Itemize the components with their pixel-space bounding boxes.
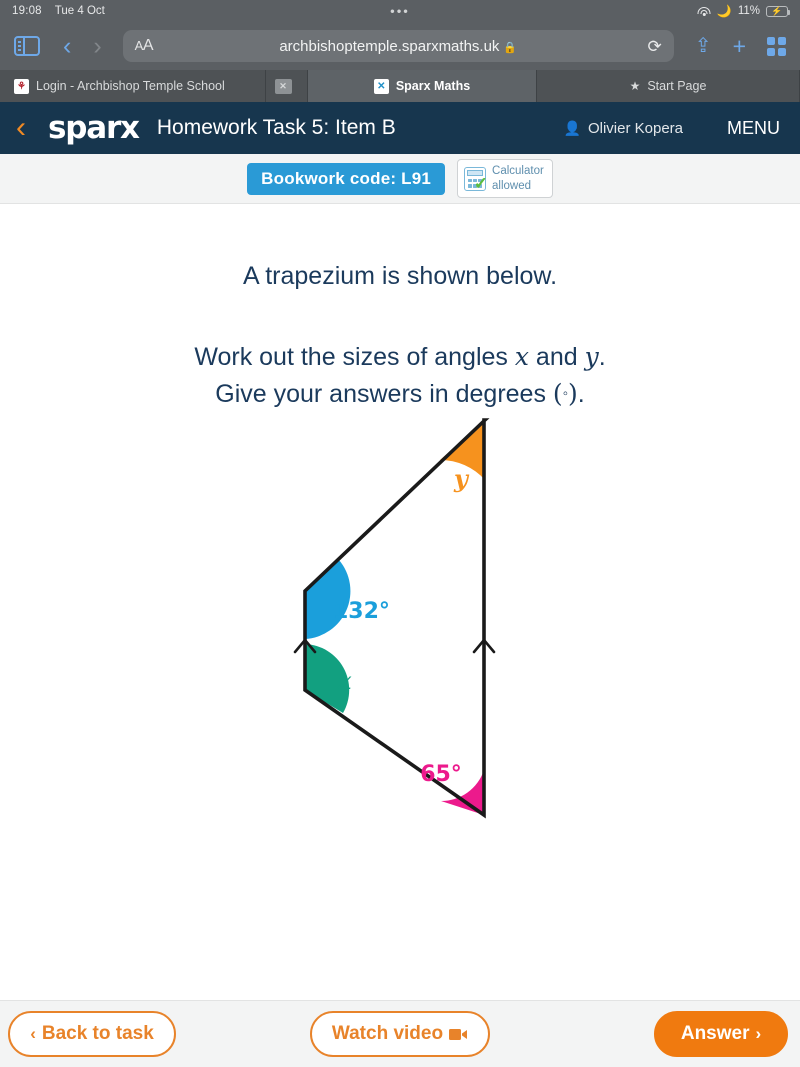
question-line-2-text-a: Work out the sizes of angles (194, 343, 515, 372)
moon-icon: 🌙 (716, 4, 732, 18)
browser-tab-start-page[interactable]: ★ Start Page (537, 70, 800, 102)
wifi-icon (697, 6, 711, 16)
tab-overview-icon[interactable] (767, 36, 786, 56)
app-header: ‹ sparx Homework Task 5: Item B 👤 Olivie… (0, 102, 800, 154)
status-dots: ••• (390, 3, 410, 19)
sparx-logo: sparx (48, 109, 140, 146)
sidebar-toggle-icon[interactable] (14, 36, 40, 56)
calculator-label-line2: allowed (492, 179, 532, 192)
url-text: archbishoptemple.sparxmaths.uk 🔒 (279, 37, 518, 55)
question-line-3-text-c: . (577, 379, 585, 408)
status-time: 19:08 (12, 5, 42, 17)
chevron-right-icon: › (755, 1024, 762, 1043)
answer-button[interactable]: Answer › (654, 1011, 788, 1057)
math-variable-y: y (584, 342, 599, 372)
question-line-3-text-a: Give your answers in degrees (215, 379, 553, 408)
paren-close: ) (568, 378, 578, 408)
watch-video-button[interactable]: Watch video (310, 1011, 490, 1057)
trapezium-diagram: y 132° x 65° (0, 412, 800, 892)
text-size-button[interactable]: AA (135, 37, 154, 55)
browser-tab-blank[interactable]: ✕ (266, 70, 308, 102)
browser-tab-title: Start Page (647, 79, 707, 93)
address-bar[interactable]: AA archbishoptemple.sparxmaths.uk 🔒 ⟳ (122, 30, 674, 62)
browser-tab-login[interactable]: ⚘ Login - Archbishop Temple School (0, 70, 266, 102)
sparx-x-favicon: ✕ (373, 78, 389, 94)
watch-video-label: Watch video (331, 1023, 444, 1044)
chevron-left-icon[interactable]: ‹ (54, 33, 80, 59)
browser-tab-sparx-maths[interactable]: ✕ Sparx Maths (308, 70, 537, 102)
question-line-2: Work out the sizes of angles x and y. (0, 294, 800, 375)
battery-charging-icon: ⚡ (766, 5, 790, 17)
user-name: Olivier Kopera (587, 119, 683, 137)
question-line-1: A trapezium is shown below. (242, 262, 558, 290)
bottom-action-bar: ‹ Back to task Watch video Answer › (0, 1000, 800, 1067)
chevron-right-icon: › (93, 31, 102, 60)
plus-icon[interactable]: + (725, 34, 754, 58)
calculator-icon: ✓ (464, 166, 488, 192)
menu-button[interactable]: MENU (707, 102, 800, 154)
video-camera-icon (449, 1028, 468, 1041)
chevron-left-icon: ‹ (30, 1024, 36, 1043)
tab-strip: ⚘ Login - Archbishop Temple School ✕ ✕ S… (0, 70, 800, 102)
browser-tab-title: Login - Archbishop Temple School (36, 79, 225, 93)
question-line-2-text-b: and (528, 343, 585, 372)
bookwork-code-badge: Bookwork code: L91 (247, 162, 446, 195)
angle-label-x: x (336, 666, 352, 695)
question-line-3: Give your answers in degrees (◦). (0, 376, 800, 412)
person-icon: 👤 (563, 119, 581, 136)
question-line-2-text-c: . (598, 343, 606, 372)
math-variable-x: x (514, 342, 529, 372)
page-title: Homework Task 5: Item B (156, 116, 396, 139)
status-date: Tue 4 Oct (54, 5, 105, 17)
back-chevron-icon[interactable]: ‹ (16, 113, 48, 143)
lock-icon: 🔒 (503, 41, 518, 54)
calculator-label-line1: Calculator (492, 165, 544, 178)
blank-page-favicon: ✕ (274, 78, 292, 94)
answer-label: Answer (680, 1023, 750, 1044)
share-icon[interactable]: ⇪ (686, 36, 721, 56)
user-account[interactable]: 👤 Olivier Kopera (564, 120, 707, 137)
bookwork-bar: Bookwork code: L91 ✓ Calculator allowed (0, 154, 800, 204)
question-area: A trapezium is shown below. Work out the… (0, 204, 800, 1033)
back-to-task-button[interactable]: ‹ Back to task (8, 1011, 176, 1057)
back-to-task-label: Back to task (41, 1023, 154, 1044)
battery-percent: 11% (737, 5, 760, 17)
browser-tab-title: Sparx Maths (395, 79, 471, 93)
angle-label-y: y (453, 464, 470, 493)
trapezium-svg: y 132° x 65° (293, 417, 496, 819)
calculator-allowed-badge: ✓ Calculator allowed (457, 159, 553, 198)
reload-icon[interactable]: ⟳ (648, 38, 662, 55)
ios-status-bar: 19:08 Tue 4 Oct ••• 🌙 11% ⚡ (0, 0, 800, 22)
paren-open: ( (552, 378, 563, 408)
star-icon: ★ (629, 79, 641, 93)
browser-toolbar: ‹ › AA archbishoptemple.sparxmaths.uk 🔒 ⟳… (0, 22, 800, 70)
school-crest-favicon: ⚘ (14, 78, 29, 94)
angle-label-65: 65° (420, 762, 462, 787)
angle-label-132: 132° (333, 599, 390, 624)
